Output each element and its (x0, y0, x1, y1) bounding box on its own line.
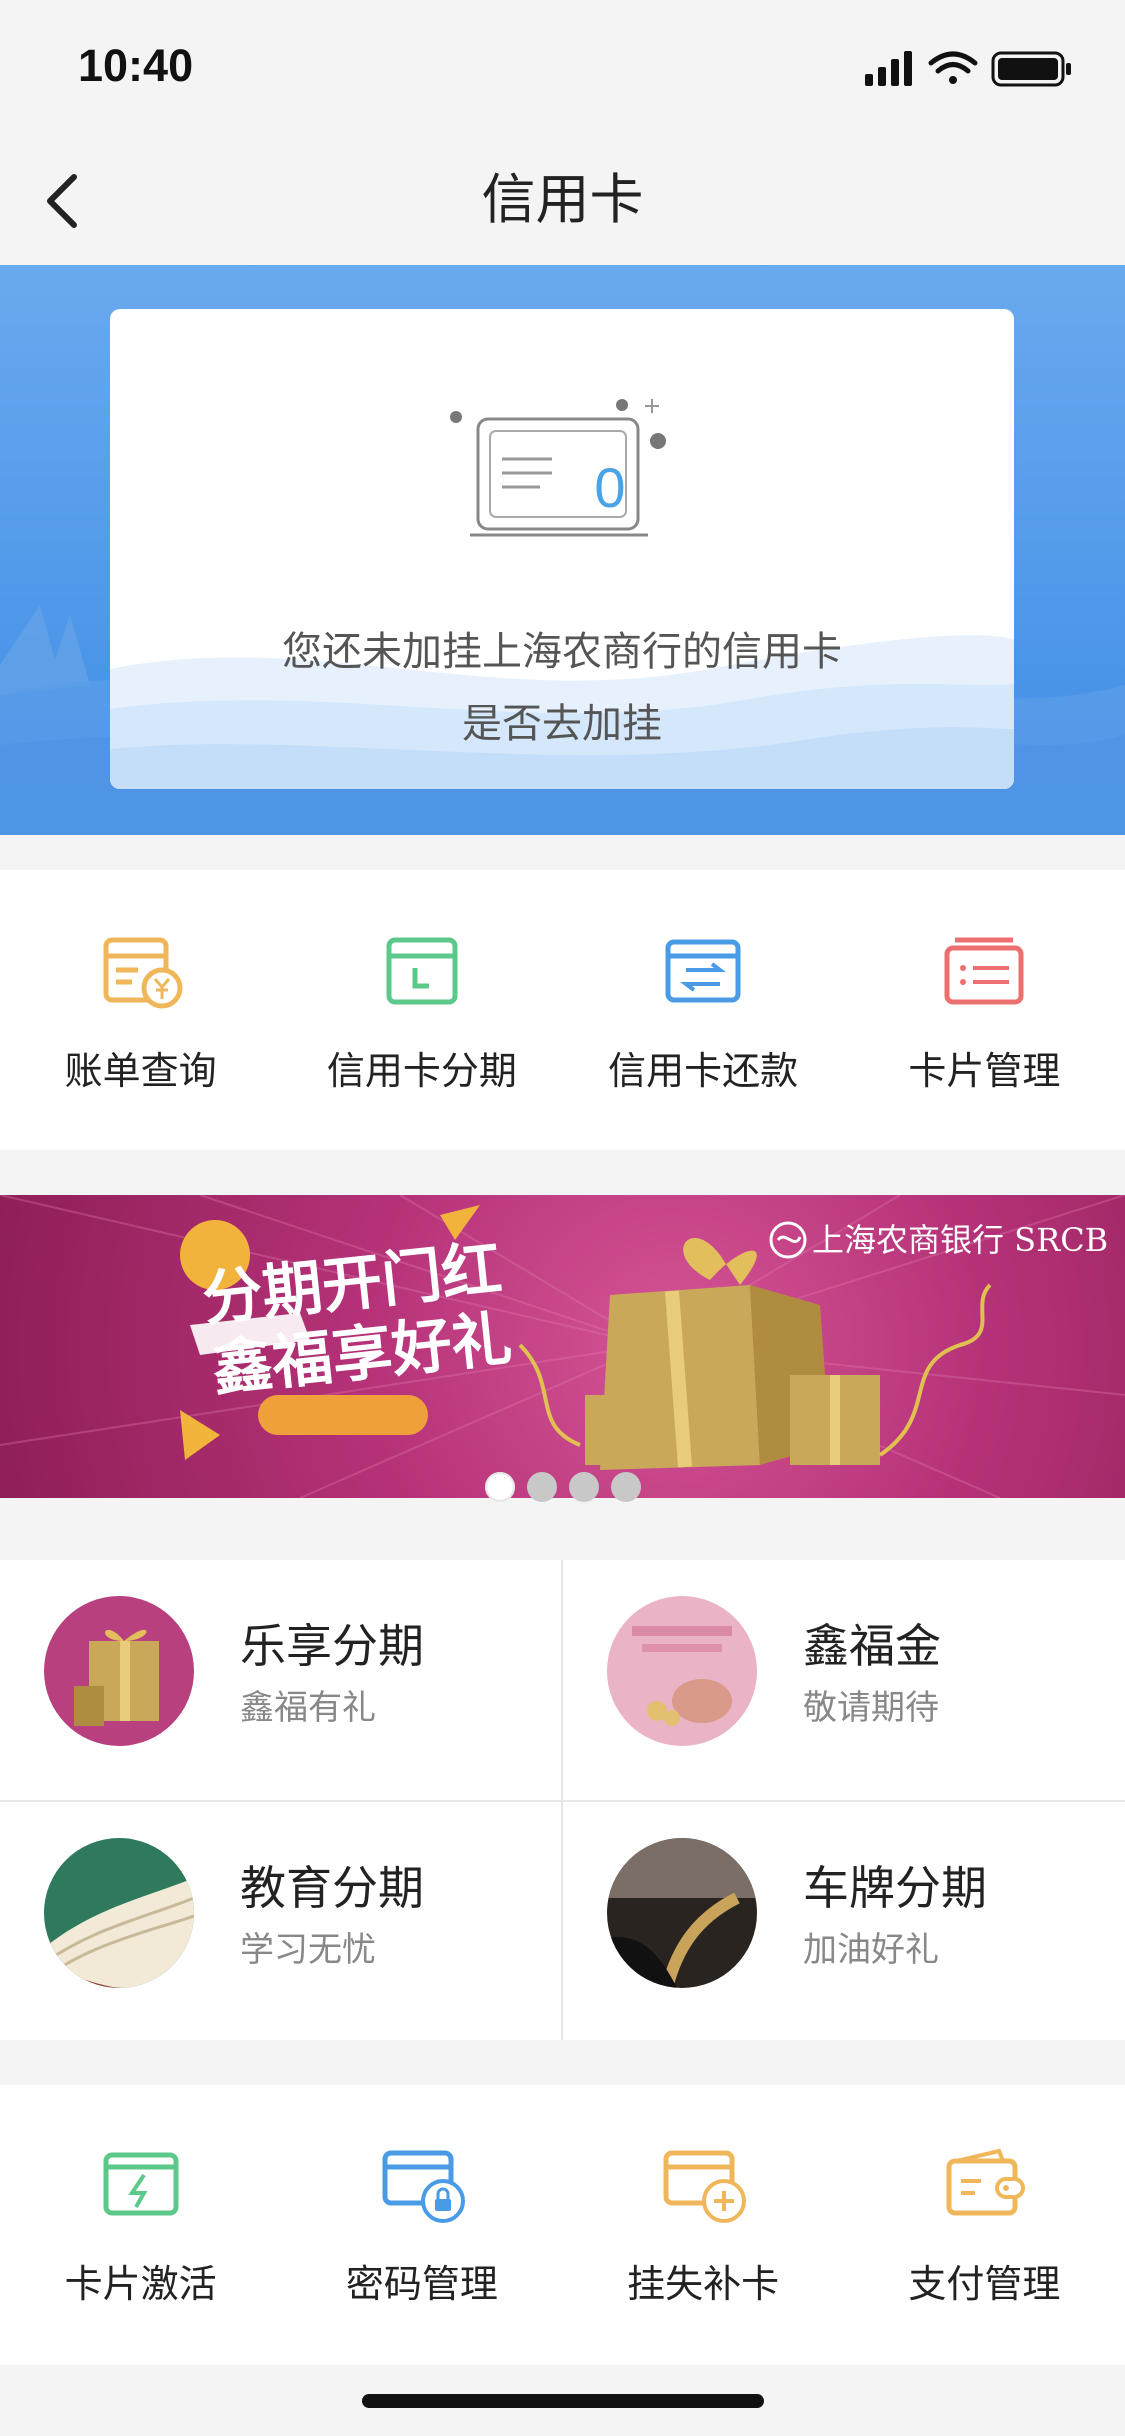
service-replace-card[interactable]: 挂失补卡 (563, 2085, 844, 2365)
service-label: 支付管理 (908, 2262, 1061, 2306)
quick-actions: 账单查询 信用卡分期 信用卡还款 卡片管理 (0, 870, 1125, 1150)
service-activate[interactable]: 卡片激活 (0, 2085, 281, 2365)
service-password[interactable]: 密码管理 (281, 2085, 562, 2365)
product-lexiang[interactable]: 乐享分期 鑫福有礼 (0, 1560, 561, 1798)
service-label: 挂失补卡 (627, 2262, 780, 2306)
bill-icon (103, 937, 183, 1009)
quick-action-label: 卡片管理 (908, 1049, 1061, 1093)
home-indicator (362, 2394, 764, 2408)
wifi-icon (928, 51, 978, 84)
fuel-thumbnail (607, 1838, 757, 1988)
gift-thumbnail (44, 1596, 194, 1746)
activate-icon (103, 2152, 179, 2216)
quick-action-label: 信用卡分期 (326, 1049, 517, 1093)
product-subtitle: 鑫福有礼 (240, 1688, 376, 1728)
carousel-dot[interactable] (526, 1472, 557, 1502)
quick-action-label: 信用卡还款 (608, 1049, 799, 1093)
product-subtitle: 敬请期待 (803, 1688, 939, 1728)
product-plate[interactable]: 车牌分期 加油好礼 (563, 1802, 1124, 2040)
signal-icon (865, 51, 912, 86)
card-manage-icon (944, 937, 1024, 1005)
replace-card-icon (663, 2150, 747, 2223)
add-card-panel[interactable]: 0 您还未加挂上海农商行的信用卡 是否去加挂 (110, 309, 1014, 789)
empty-card-value: 0 (594, 456, 625, 519)
status-time: 10:40 (78, 40, 194, 91)
service-label: 密码管理 (345, 2262, 498, 2306)
carousel-dot[interactable] (610, 1472, 641, 1502)
product-grid: 乐享分期 鑫福有礼 鑫福金 敬请期待 教育分期 学习无忧 车牌分期 加油好礼 (0, 1560, 1125, 2040)
product-name: 鑫福金 (803, 1619, 941, 1673)
payment-icon (946, 2148, 1026, 2216)
banner-artwork: 分期开门红 鑫福享好礼 上海农商银行 SRCB (0, 1195, 1125, 1498)
empty-card-icon: 0 (450, 399, 666, 537)
quick-action-label: 账单查询 (64, 1049, 217, 1093)
carousel-indicator (0, 1472, 1125, 1502)
quick-action-repay[interactable]: 信用卡还款 (563, 870, 844, 1150)
product-xinfujin[interactable]: 鑫福金 敬请期待 (563, 1560, 1124, 1798)
quick-action-card-manage[interactable]: 卡片管理 (844, 870, 1125, 1150)
service-label: 卡片激活 (64, 2262, 217, 2306)
service-payment[interactable]: 支付管理 (844, 2085, 1125, 2365)
grid-divider (0, 1800, 1125, 1802)
carousel-dot[interactable] (484, 1472, 515, 1502)
product-name: 教育分期 (240, 1861, 424, 1915)
promo-banner[interactable]: 分期开门红 鑫福享好礼 上海农商银行 SRCB (0, 1195, 1125, 1498)
product-name: 乐享分期 (240, 1619, 424, 1673)
page-title: 信用卡 (481, 168, 644, 231)
calendar-icon (386, 937, 458, 1005)
product-subtitle: 学习无忧 (240, 1930, 376, 1970)
card-header-area: 0 您还未加挂上海农商行的信用卡 是否去加挂 (0, 265, 1125, 835)
service-actions: 卡片激活 密码管理 挂失补卡 支付管理 (0, 2085, 1125, 2365)
banner-brand: 上海农商银行 SRCB (812, 1221, 1108, 1259)
battery-icon (991, 51, 1071, 87)
repay-icon (665, 939, 741, 1003)
quick-action-bill[interactable]: 账单查询 (0, 870, 281, 1150)
password-icon (382, 2150, 465, 2223)
status-bar: 10:40 (0, 0, 1125, 135)
product-subtitle: 加油好礼 (803, 1930, 939, 1970)
product-name: 车牌分期 (803, 1861, 987, 1915)
status-icons (865, 51, 1071, 87)
empty-message-line2: 是否去加挂 (462, 701, 662, 747)
quick-action-installment[interactable]: 信用卡分期 (281, 870, 562, 1150)
carousel-dot[interactable] (568, 1472, 599, 1502)
book-thumbnail (44, 1838, 194, 1988)
product-education[interactable]: 教育分期 学习无忧 (0, 1802, 561, 2040)
piggy-thumbnail (607, 1596, 757, 1746)
empty-message-line1: 您还未加挂上海农商行的信用卡 (282, 629, 842, 675)
nav-bar: 信用卡 (0, 135, 1125, 265)
